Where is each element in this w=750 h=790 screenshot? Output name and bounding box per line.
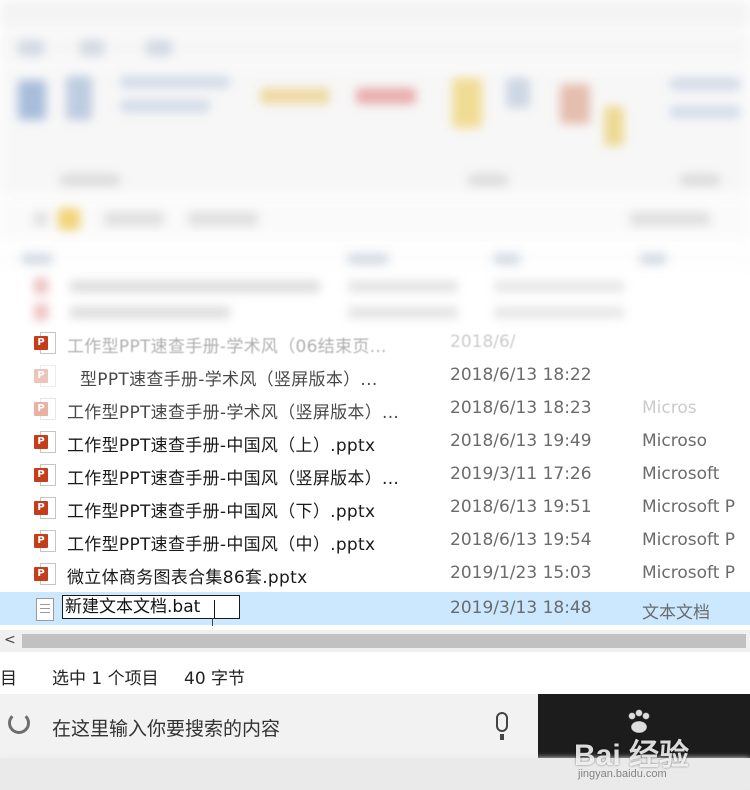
search-placeholder: 在这里输入你要搜索的内容	[52, 718, 281, 740]
ibeam-cursor-icon	[212, 618, 221, 626]
breadcrumb[interactable]	[104, 212, 164, 226]
ribbon-button[interactable]	[560, 84, 590, 124]
file-name: 工作型PPT速查手册-学术风（06结束页...	[67, 337, 387, 357]
file-date: 2018/6/13 19:49	[450, 431, 592, 451]
ppt-icon: P	[34, 497, 56, 519]
file-row[interactable]: P 工作型PPT速查手册-中国风（下）.pptx 2018/6/13 19:51…	[0, 491, 750, 524]
ribbon-button[interactable]	[18, 80, 46, 120]
cortana-icon[interactable]	[8, 712, 30, 734]
file-name: 工作型PPT速查手册-中国风（下）.pptx	[67, 502, 376, 522]
file-row-blurred[interactable]	[0, 298, 750, 326]
baidu-watermark: Bai 经验 jingyan.baidu.com	[574, 708, 744, 786]
address-bar[interactable]	[0, 200, 750, 240]
back-icon[interactable]	[34, 212, 48, 226]
file-date: 2019/3/13 18:48	[450, 598, 592, 618]
file-date: 2019/1/23 15:03	[450, 563, 592, 583]
column-size-header[interactable]	[640, 254, 666, 264]
ppt-icon: P	[34, 365, 56, 387]
ppt-icon: P	[34, 563, 56, 585]
file-type: Microsoft P	[642, 497, 736, 517]
ribbon-button[interactable]	[604, 106, 624, 146]
file-name: 型PPT速查手册-学术风（竖屏版本）...	[80, 370, 378, 390]
ribbon-button[interactable]	[120, 100, 210, 112]
blurred-ribbon-area	[0, 0, 750, 330]
ppt-icon: P	[34, 398, 56, 420]
file-name: 微立体商务图表合集86套.pptx	[67, 568, 308, 588]
file-row-selected[interactable]: 新建文本文档.bat 2019/3/13 18:48 文本文档	[0, 592, 750, 626]
ppt-icon: P	[34, 530, 56, 552]
file-date: 2018/6/13 19:51	[450, 497, 592, 517]
ribbon-button[interactable]	[260, 88, 330, 104]
column-name-header[interactable]	[22, 254, 52, 264]
file-date: 2018/6/	[450, 332, 516, 352]
file-row[interactable]: P 工作型PPT速查手册-中国风（上）.pptx 2018/6/13 19:49…	[0, 425, 750, 458]
status-size: 40 字节	[184, 669, 246, 689]
file-row[interactable]: P 工作型PPT速查手册-中国风（竖屏版本）... 2019/3/11 17:2…	[0, 458, 750, 491]
ribbon-button[interactable]	[356, 88, 416, 104]
ribbon-button[interactable]	[670, 106, 740, 118]
file-type: Microso	[642, 431, 708, 451]
horizontal-scrollbar[interactable]: <	[0, 630, 750, 652]
file-row[interactable]: P 型PPT速查手册-学术风（竖屏版本）... 2018/6/13 18:22	[0, 359, 750, 392]
ribbon-button[interactable]	[120, 76, 230, 88]
folder-icon	[58, 208, 80, 230]
breadcrumb[interactable]	[188, 212, 258, 226]
file-date: 2019/3/11 17:26	[450, 464, 592, 484]
scrollbar-thumb[interactable]	[22, 634, 746, 648]
column-type-header[interactable]	[494, 254, 520, 264]
ribbon-button[interactable]	[452, 78, 482, 128]
search-box[interactable]	[630, 212, 710, 226]
column-header	[0, 246, 750, 270]
ribbon	[0, 66, 750, 196]
file-row[interactable]: P 工作型PPT速查手册-学术风（06结束页... 2018/6/	[0, 326, 750, 359]
file-row[interactable]: P 工作型PPT速查手册-学术风（竖屏版本）... 2018/6/13 18:2…	[0, 392, 750, 425]
file-type: Microsoft P	[642, 530, 736, 550]
menu-tab[interactable]	[80, 40, 104, 56]
ribbon-group-label	[468, 174, 508, 186]
file-date: 2018/6/13 18:22	[450, 365, 592, 385]
file-type: Microsoft P	[642, 563, 736, 583]
file-type: 文本文档	[642, 603, 710, 623]
status-bar: 目 选中 1 个项目 40 字节	[0, 658, 750, 692]
menu-tab[interactable]	[18, 40, 44, 56]
file-date: 2018/6/13 18:23	[450, 398, 592, 418]
menu-tab[interactable]	[146, 40, 172, 56]
file-name: 工作型PPT速查手册-学术风（竖屏版本）...	[67, 403, 400, 423]
ribbon-button[interactable]	[66, 76, 92, 120]
file-explorer-window: P 工作型PPT速查手册-学术风（06结束页... 2018/6/ P 型PPT…	[0, 0, 750, 790]
ribbon-group-label	[60, 174, 120, 186]
file-name: 工作型PPT速查手册-中国风（上）.pptx	[67, 436, 376, 456]
file-row[interactable]: P 工作型PPT速查手册-中国风（中）.pptx 2018/6/13 19:54…	[0, 524, 750, 557]
ribbon-group-label	[680, 174, 720, 186]
ppt-icon: P	[34, 332, 56, 354]
column-date-header[interactable]	[348, 254, 388, 264]
ribbon-button[interactable]	[670, 78, 740, 90]
file-name: 工作型PPT速查手册-中国风（竖屏版本）...	[67, 469, 400, 489]
status-item-count: 目	[0, 669, 17, 689]
scroll-left-icon[interactable]: <	[4, 632, 16, 648]
file-type: Micros	[642, 398, 697, 418]
microphone-stand	[500, 734, 504, 740]
file-type: Microsoft	[642, 464, 720, 484]
file-name: 工作型PPT速查手册-中国风（中）.pptx	[67, 535, 376, 555]
title-bar	[0, 0, 750, 28]
taskbar-search-box[interactable]: 在这里输入你要搜索的内容	[0, 694, 538, 758]
text-caret	[214, 600, 215, 618]
status-selected: 选中 1 个项目	[52, 669, 159, 689]
text-file-icon	[34, 598, 56, 621]
file-date: 2018/6/13 19:54	[450, 530, 592, 550]
ribbon-button[interactable]	[506, 78, 530, 108]
microphone-icon[interactable]	[496, 712, 508, 732]
file-row[interactable]: P 微立体商务图表合集86套.pptx 2019/1/23 15:03 Micr…	[0, 557, 750, 590]
file-row-blurred[interactable]	[0, 272, 750, 300]
ppt-icon: P	[34, 464, 56, 486]
watermark-url: jingyan.baidu.com	[578, 768, 667, 780]
ppt-icon: P	[34, 431, 56, 453]
menu-bar	[0, 32, 750, 64]
